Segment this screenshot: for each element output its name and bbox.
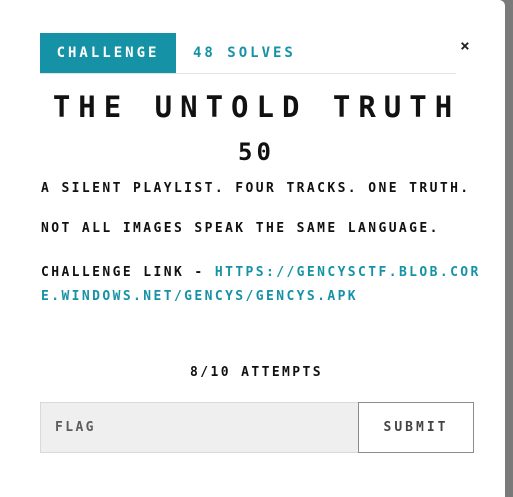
challenge-title: THE UNTOLD TRUTH — [52, 90, 461, 124]
close-icon[interactable]: × — [457, 38, 473, 54]
submit-button[interactable]: SUBMIT — [358, 402, 474, 453]
challenge-modal: CHALLENGE 48 SOLVES × THE UNTOLD TRUTH 5… — [0, 0, 505, 497]
attempts-counter: 8/10 ATTEMPTS — [190, 365, 323, 380]
description-line-1: A SILENT PLAYLIST. FOUR TRACKS. ONE TRUT… — [41, 181, 471, 196]
challenge-points: 50 — [238, 138, 275, 166]
challenge-link-label: CHALLENGE LINK - — [41, 265, 215, 280]
tab-solves[interactable]: 48 SOLVES — [193, 33, 296, 73]
tab-challenge[interactable]: CHALLENGE — [40, 33, 176, 73]
challenge-link-block: CHALLENGE LINK - HTTPS://GENCYSCTF.BLOB.… — [41, 261, 481, 309]
flag-input[interactable] — [40, 402, 358, 453]
modal-tabs: CHALLENGE 48 SOLVES — [40, 33, 456, 74]
description-line-2: NOT ALL IMAGES SPEAK THE SAME LANGUAGE. — [41, 221, 440, 236]
